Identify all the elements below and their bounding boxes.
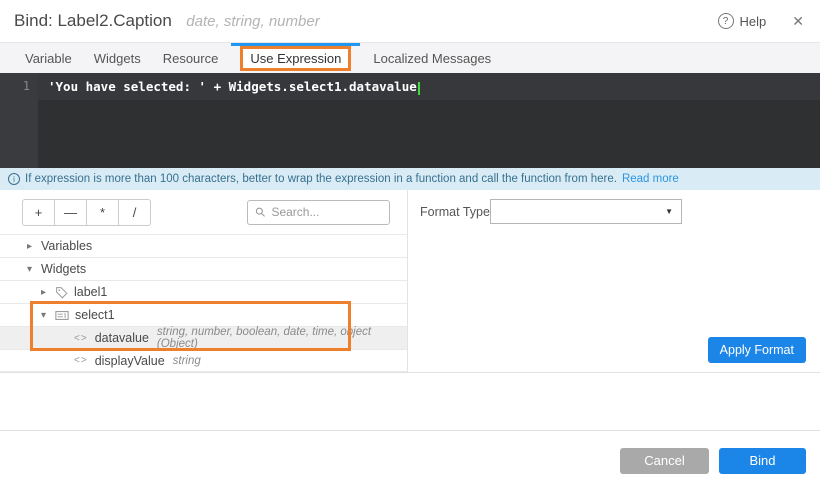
editor-current-line[interactable]: 'You have selected: ' + Widgets.select1.…	[38, 73, 820, 100]
format-type-select[interactable]: ▼	[490, 199, 682, 224]
line-number: 1	[23, 79, 30, 93]
tab-label: Widgets	[94, 51, 141, 66]
tree-search[interactable]	[247, 200, 390, 225]
annotation-box-tab: Use Expression	[240, 46, 351, 71]
tab-localized-messages[interactable]: Localized Messages	[362, 43, 502, 73]
minus-operator-button[interactable]: —	[54, 199, 87, 226]
content-spacer	[0, 373, 820, 430]
bind-button[interactable]: Bind	[719, 448, 806, 474]
tree-item-label: Widgets	[41, 262, 86, 276]
text-cursor	[418, 82, 420, 95]
editor-gutter: 1	[0, 73, 38, 168]
chevron-down-icon[interactable]: ▾	[41, 310, 55, 321]
close-icon[interactable]: ✕	[792, 13, 804, 30]
property-icon: <>	[74, 333, 88, 344]
expression-toolbar: + — * /	[0, 190, 407, 234]
main-area: + — * / ▸ Variables ▾ Widgets	[0, 190, 820, 373]
tree-item-label: label1	[74, 285, 107, 299]
help-label: Help	[740, 14, 767, 29]
chevron-down-icon[interactable]: ▾	[27, 264, 41, 275]
search-input[interactable]	[271, 205, 382, 219]
bind-dialog: Bind: Label2.Caption date, string, numbe…	[0, 0, 820, 490]
read-more-link[interactable]: Read more	[622, 173, 679, 185]
tree-item-widgets[interactable]: ▾ Widgets	[0, 257, 407, 280]
chevron-right-icon[interactable]: ▸	[41, 287, 55, 298]
tree-item-types: string	[173, 355, 201, 367]
multiply-operator-button[interactable]: *	[86, 199, 119, 226]
search-icon	[255, 206, 265, 218]
tab-label: Variable	[25, 51, 72, 66]
property-icon: <>	[74, 355, 88, 366]
tree-item-label1[interactable]: ▸ label1	[0, 280, 407, 303]
tab-widgets[interactable]: Widgets	[83, 43, 152, 73]
select-widget-icon	[55, 310, 69, 321]
tag-icon	[55, 286, 68, 299]
titlebar-actions: ? Help ✕	[718, 13, 804, 30]
expression-code: 'You have selected: ' + Widgets.select1.…	[48, 79, 417, 94]
format-type-label: Format Type	[420, 205, 490, 219]
plus-operator-button[interactable]: +	[22, 199, 55, 226]
apply-format-button[interactable]: Apply Format	[708, 337, 806, 363]
tree-item-variables[interactable]: ▸ Variables	[0, 234, 407, 257]
help-icon: ?	[718, 13, 734, 29]
cancel-button[interactable]: Cancel	[620, 448, 709, 474]
format-type-row: Format Type ▼	[408, 190, 820, 224]
tab-label: Use Expression	[250, 51, 341, 66]
info-icon: i	[8, 173, 20, 185]
tab-variable[interactable]: Variable	[14, 43, 83, 73]
editor-code-area[interactable]: 'You have selected: ' + Widgets.select1.…	[38, 73, 820, 168]
tree-item-label: Variables	[41, 239, 92, 253]
tree-item-datavalue[interactable]: <> datavalue string, number, boolean, da…	[0, 326, 407, 349]
tree-item-displayvalue[interactable]: <> displayValue string	[0, 349, 407, 372]
dropdown-caret-icon: ▼	[665, 207, 673, 216]
binding-tree-panel: + — * / ▸ Variables ▾ Widgets	[0, 190, 407, 372]
dialog-subtitle: date, string, number	[186, 13, 319, 30]
dialog-title: Bind: Label2.Caption	[14, 11, 172, 30]
tab-resource[interactable]: Resource	[152, 43, 230, 73]
tree-item-label: select1	[75, 308, 115, 322]
chevron-right-icon[interactable]: ▸	[27, 241, 41, 252]
tab-label: Localized Messages	[373, 51, 491, 66]
info-message: If expression is more than 100 character…	[25, 173, 617, 185]
binding-tree: ▸ Variables ▾ Widgets ▸ label1 ▾	[0, 234, 407, 372]
dialog-footer: Cancel Bind	[0, 430, 820, 490]
tab-use-expression[interactable]: Use Expression	[229, 43, 362, 73]
divide-operator-button[interactable]: /	[118, 199, 151, 226]
format-panel: Format Type ▼ Apply Format	[407, 190, 820, 372]
help-button[interactable]: ? Help	[718, 13, 767, 29]
info-banner: i If expression is more than 100 charact…	[0, 168, 820, 190]
tab-label: Resource	[163, 51, 219, 66]
tree-item-types: string, number, boolean, date, time, obj…	[157, 326, 407, 350]
tree-item-label: displayValue	[95, 354, 165, 368]
tree-item-label: datavalue	[95, 331, 149, 345]
title-group: Bind: Label2.Caption date, string, numbe…	[14, 11, 320, 31]
operator-group: + — * /	[22, 199, 151, 226]
tree-item-select1[interactable]: ▾ select1	[0, 303, 407, 326]
dialog-header: Bind: Label2.Caption date, string, numbe…	[0, 0, 820, 42]
expression-editor[interactable]: 1 'You have selected: ' + Widgets.select…	[0, 73, 820, 168]
dialog-tabs: Variable Widgets Resource Use Expression…	[0, 42, 820, 73]
